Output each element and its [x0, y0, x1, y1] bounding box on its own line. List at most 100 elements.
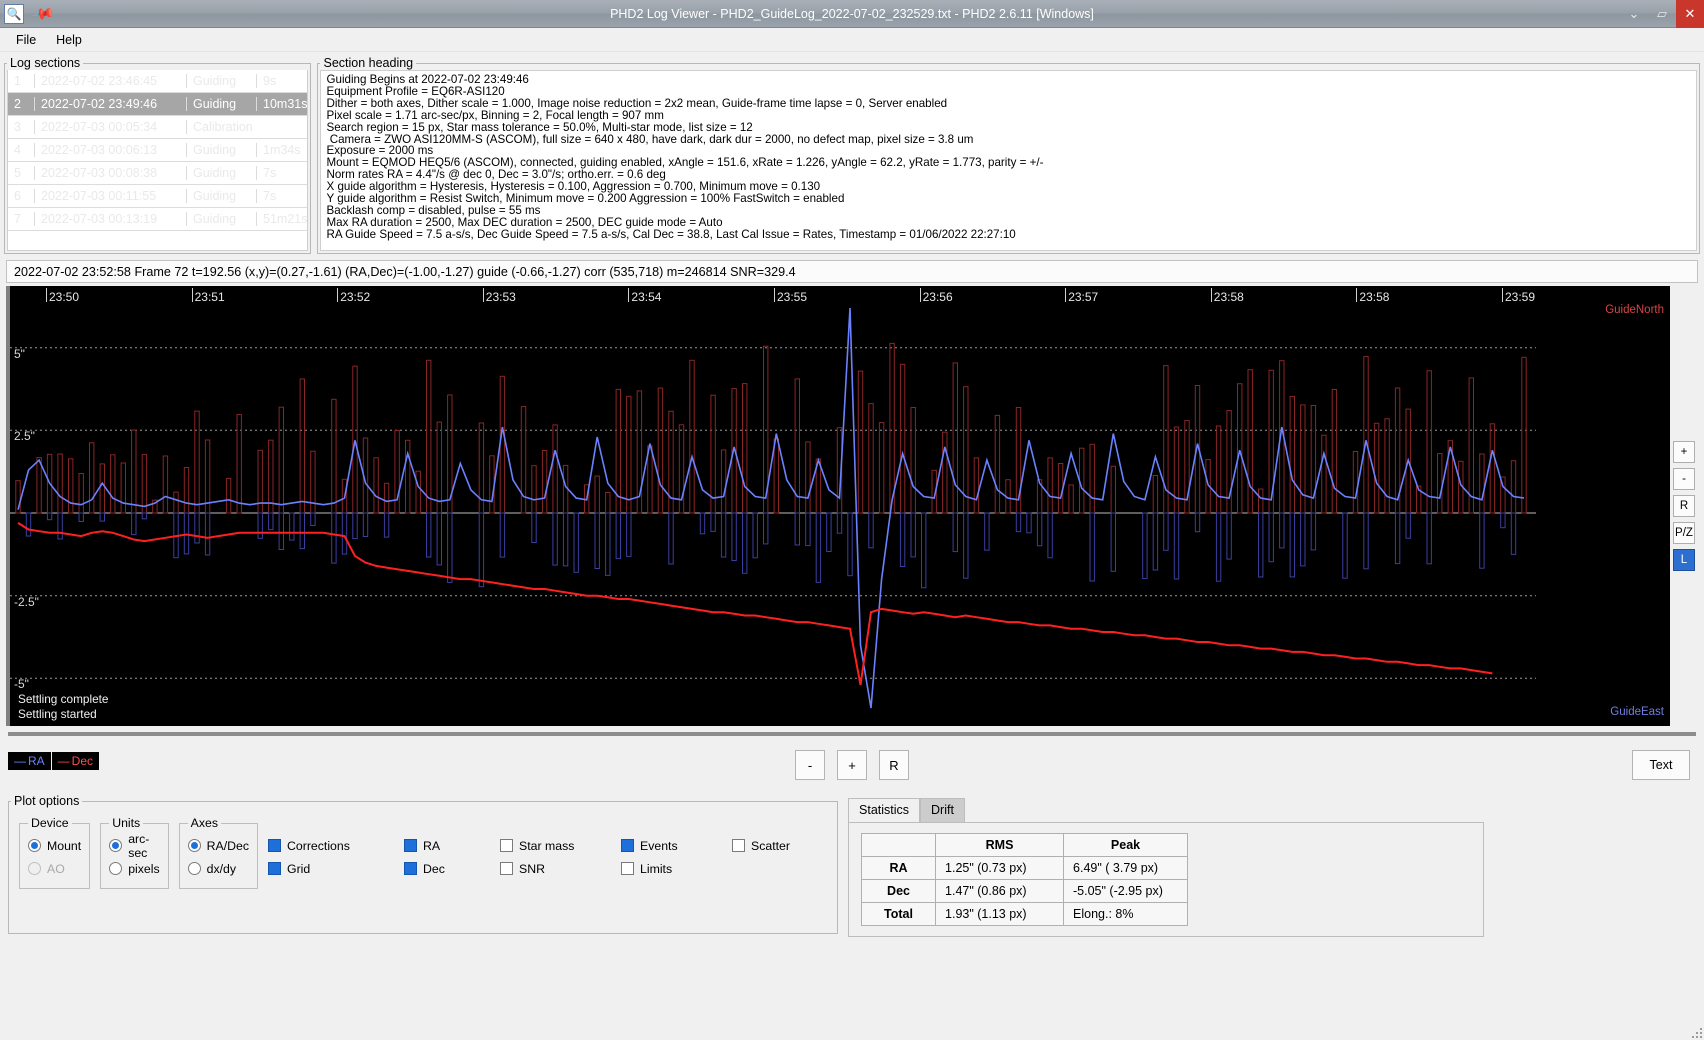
graph-reset-button[interactable]: R	[879, 750, 909, 780]
pan-zoom-button[interactable]: P/Z	[1673, 522, 1695, 544]
statistics-panel: Statistics Drift RMS Peak RA 1.25" (0.73 px)…	[848, 794, 1696, 937]
checkbox-icon	[268, 862, 282, 875]
checkbox-icon	[621, 862, 635, 875]
tab-statistics[interactable]: Statistics	[848, 798, 921, 822]
menu-file[interactable]: File	[8, 31, 44, 49]
radio-label: arc-sec	[128, 831, 150, 860]
guiding-plot[interactable]: 23:50 23:51 23:52 23:53 23:54 23:55 23:56 23:57…	[6, 286, 1670, 726]
zoom-in-button[interactable]: +	[1673, 441, 1695, 463]
section-time: 2022-07-03 00:13:19	[34, 212, 186, 226]
legend-ra-label: RA	[28, 754, 45, 768]
section-heading-group: Section heading Guiding Begins at 2022-0…	[317, 56, 1700, 254]
x-tick-mark	[337, 288, 339, 302]
device-option-mount[interactable]: Mount	[28, 834, 81, 857]
checkbox-icon	[500, 839, 514, 852]
radio-icon	[187, 839, 201, 852]
checkbox-label: Corrections	[287, 838, 350, 853]
radio-icon	[28, 862, 41, 875]
guide-north-label: GuideNorth	[1605, 304, 1664, 316]
window-title: PHD2 Log Viewer - PHD2_GuideLog_2022-07-…	[610, 6, 1094, 21]
checkbox-dec[interactable]: Dec	[404, 857, 474, 880]
section-duration: 7s	[256, 189, 307, 203]
maximize-button[interactable]: ▱	[1648, 0, 1676, 28]
zoom-out-button[interactable]: -	[1673, 468, 1695, 490]
section-duration: 9s	[256, 74, 307, 88]
menu-help[interactable]: Help	[48, 31, 90, 49]
checkbox-icon	[268, 839, 282, 852]
x-tick-mark	[1502, 288, 1503, 302]
axes-group: Axes RA/Dec dx/dy	[178, 816, 259, 889]
minimize-button[interactable]: ⌄	[1620, 0, 1648, 28]
text-button[interactable]: Text	[1632, 750, 1690, 780]
rms-value: 1.25" (0.73 px)	[935, 856, 1065, 880]
section-duration: 1m34s	[256, 143, 307, 157]
section-time: 2022-07-03 00:05:34	[34, 120, 186, 134]
log-section-row[interactable]: 4 2022-07-03 00:06:13 Guiding 1m34s	[8, 139, 308, 162]
checkbox-grid[interactable]: Grid	[268, 857, 378, 880]
section-time: 2022-07-02 23:49:46	[34, 97, 186, 111]
radio-icon	[109, 839, 123, 852]
checkbox-star-mass[interactable]: Star mass	[500, 834, 595, 857]
section-type: Guiding	[186, 74, 256, 88]
x-tick-mark	[628, 288, 630, 302]
menu-bar: File Help	[0, 28, 1704, 52]
checkbox-ra[interactable]: RA	[404, 834, 474, 857]
checkbox-scatter[interactable]: Scatter	[732, 834, 827, 857]
section-index: 6	[14, 189, 21, 203]
table-header-row: RMS Peak	[861, 833, 1189, 857]
radio-label: RA/Dec	[206, 838, 250, 853]
lock-button[interactable]: L	[1673, 549, 1695, 571]
info-bar-wrap: 2022-07-02 23:52:58 Frame 72 t=192.56 (x…	[0, 256, 1704, 286]
units-option-pixels[interactable]: pixels	[109, 857, 160, 880]
device-group: Device Mount AO	[19, 816, 91, 889]
reset-button[interactable]: R	[1673, 495, 1695, 517]
graph-zoom-out-button[interactable]: -	[795, 750, 825, 780]
statistics-tab-panel: RMS Peak RA 1.25" (0.73 px) 6.49" ( 3.79 px)…	[848, 822, 1485, 937]
section-index: 3	[14, 120, 21, 134]
radio-icon	[187, 862, 201, 875]
peak-value: 6.49" ( 3.79 px)	[1063, 856, 1189, 880]
legend-ra-dash: —	[14, 754, 26, 768]
radio-icon	[109, 862, 123, 875]
section-heading-legend: Section heading	[323, 56, 414, 70]
axes-option-dx-dy[interactable]: dx/dy	[187, 857, 249, 880]
section-time: 2022-07-03 00:08:38	[34, 166, 186, 180]
checkbox-events[interactable]: Events	[621, 834, 706, 857]
graph-zoom-in-button[interactable]: +	[837, 750, 867, 780]
checkbox-label: Scatter	[751, 838, 790, 853]
checkbox-label: RA	[423, 838, 441, 853]
log-section-row[interactable]: 3 2022-07-03 00:05:34 Calibration	[8, 116, 308, 139]
resize-grip[interactable]	[1688, 1024, 1702, 1038]
checkbox-icon	[404, 862, 418, 875]
log-section-row[interactable]: 6 2022-07-03 00:11:55 Guiding 7s	[8, 185, 308, 208]
checkbox-icon	[621, 839, 635, 852]
log-section-row[interactable]: 7 2022-07-03 00:13:19 Guiding 51m21s	[8, 208, 308, 231]
log-section-row[interactable]: 2 2022-07-02 23:49:46 Guiding 10m31s	[8, 93, 308, 116]
bottom-panels: Plot options Device Mount AO Units arc-se…	[0, 794, 1704, 1040]
checkbox-limits[interactable]: Limits	[621, 857, 706, 880]
legend-dec-dash: —	[57, 754, 70, 768]
log-section-row[interactable]: 5 2022-07-03 00:08:38 Guiding 7s	[8, 162, 308, 185]
checkbox-snr[interactable]: SNR	[500, 857, 595, 880]
peak-value: Elong.: 8%	[1063, 902, 1189, 926]
pushpin-icon[interactable]: 📌	[28, 0, 59, 29]
plot-options-inner: Device Mount AO Units arc-sec pixels Axes …	[9, 808, 837, 899]
log-section-row[interactable]: 1 2022-07-02 23:46:45 Guiding 9s	[8, 70, 308, 93]
axes-option-ra-dec[interactable]: RA/Dec	[187, 834, 250, 857]
checkbox-icon	[732, 839, 746, 852]
axes-options: RA/Dec dx/dy	[187, 834, 250, 880]
device-options: Mount AO	[28, 834, 81, 880]
row-label: RA	[861, 856, 937, 880]
checkbox-label: Events	[640, 838, 678, 853]
device-option-ao: AO	[28, 857, 81, 880]
checkbox-corrections[interactable]: Corrections	[268, 834, 378, 857]
column-header: RMS	[935, 833, 1065, 857]
close-button[interactable]: ✕	[1676, 0, 1704, 28]
frame-info-bar: 2022-07-02 23:52:58 Frame 72 t=192.56 (x…	[6, 260, 1698, 283]
units-option-arc-sec[interactable]: arc-sec	[109, 831, 159, 860]
x-tick-mark	[1210, 288, 1212, 302]
table-row: RA 1.25" (0.73 px) 6.49" ( 3.79 px)	[861, 856, 1189, 880]
row-label: Total	[861, 902, 937, 926]
log-sections-table[interactable]: 1 2022-07-02 23:46:45 Guiding 9s 2 2022-07-02…	[7, 70, 309, 251]
tab-drift[interactable]: Drift	[920, 798, 965, 822]
